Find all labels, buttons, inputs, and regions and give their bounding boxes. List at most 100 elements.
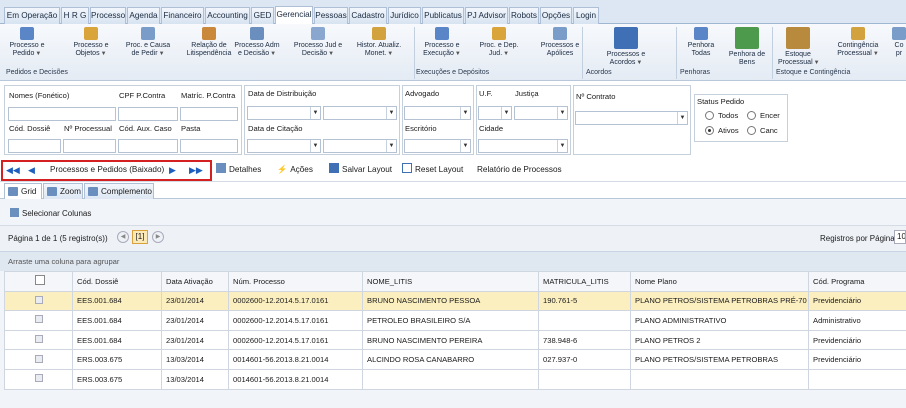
- column-header[interactable]: Núm. Processo: [228, 271, 363, 292]
- button-label: Relação de Litispendência: [186, 42, 232, 57]
- proc-causa-pedir-button[interactable]: Proc. e Causa de Pedir▼: [123, 27, 173, 58]
- tab-gerencial[interactable]: Gerencial: [275, 6, 313, 25]
- tab-ged[interactable]: GED: [251, 7, 274, 24]
- processo-execucao-button[interactable]: Processo e Execução▼: [418, 27, 466, 58]
- escritorio-select[interactable]: ▼: [404, 139, 471, 153]
- relatorio-processos-button[interactable]: Relatório de Processos: [477, 163, 562, 177]
- pasta-input[interactable]: [180, 139, 238, 153]
- column-header[interactable]: Cód. Dossiê: [72, 271, 162, 292]
- last-page-icon[interactable]: ▶▶: [189, 165, 203, 175]
- status-canc-radio[interactable]: [747, 126, 756, 135]
- proc-dep-jud-button[interactable]: Proc. e Dep. Jud.▼: [475, 27, 523, 58]
- table-row[interactable]: EES.001.684 23/01/2014 0002600-12.2014.5…: [4, 329, 906, 351]
- row-select[interactable]: [4, 368, 73, 390]
- distrib-from-select[interactable]: ▼: [247, 106, 321, 120]
- tab-pj-advisor[interactable]: PJ Advisor: [465, 7, 508, 24]
- salvar-layout-button[interactable]: Salvar Layout: [329, 163, 392, 177]
- nomes-input[interactable]: [8, 107, 116, 121]
- tab-publicatus[interactable]: Publicatus: [422, 7, 464, 24]
- citacao-to-select[interactable]: ▼: [323, 139, 397, 153]
- tab-robots[interactable]: Robots: [509, 7, 539, 24]
- status-ativos-radio[interactable]: [705, 126, 714, 135]
- row-checkbox[interactable]: [35, 354, 43, 363]
- contrato-select[interactable]: ▼: [575, 111, 688, 125]
- estoque-processual-button[interactable]: Estoque Processual▼: [778, 27, 820, 67]
- tab-zoom[interactable]: Zoom: [43, 183, 83, 199]
- table-row[interactable]: ERS.003.675 13/03/2014 0014601-56.2013.8…: [4, 368, 906, 390]
- processo-e-objetos-button[interactable]: Processo e Objetos▼: [70, 27, 112, 58]
- row-checkbox[interactable]: [35, 295, 43, 304]
- status-todos-label: Todos: [718, 111, 739, 120]
- acoes-button[interactable]: ⚡ Ações: [277, 163, 313, 177]
- relacao-litispendencia-button[interactable]: Relação de Litispendência: [184, 27, 234, 58]
- group-label-execucoes: Execuções e Depósitos: [416, 69, 490, 76]
- tab-em-operacao[interactable]: Em Operação: [4, 7, 60, 24]
- row-checkbox[interactable]: [35, 374, 43, 383]
- select-columns-button[interactable]: Selecionar Colunas: [10, 208, 91, 218]
- prev-page-icon[interactable]: ◀: [117, 231, 129, 243]
- processo-adm-decisao-button[interactable]: Processo Adm e Decisão▼: [231, 27, 283, 58]
- contingencia-processual-button[interactable]: Contingência Processual▼: [832, 27, 884, 58]
- tab-agenda[interactable]: Agenda: [127, 7, 160, 24]
- penhora-bens-button[interactable]: Penhora de Bens: [724, 27, 770, 67]
- row-select[interactable]: [4, 349, 73, 370]
- justica-label: Justiça: [515, 89, 539, 98]
- tab-hrg[interactable]: H R G: [61, 7, 89, 24]
- detalhes-button[interactable]: Detalhes: [216, 163, 261, 177]
- tab-accounting[interactable]: Accounting: [205, 7, 250, 24]
- table-cell: [362, 368, 539, 390]
- processos-acordos-button[interactable]: Processos e Acordos▼: [598, 27, 654, 67]
- row-select[interactable]: [4, 310, 73, 331]
- tab-financeiro[interactable]: Financeiro: [161, 7, 204, 24]
- reset-layout-button[interactable]: Reset Layout: [402, 163, 463, 177]
- histor-atualiz-monet-button[interactable]: Histor. Atualiz. Monet.▼: [352, 27, 406, 58]
- tab-processo[interactable]: Processo: [90, 7, 126, 24]
- table-row[interactable]: ERS.003.675 13/03/2014 0014601-56.2013.8…: [4, 349, 906, 370]
- row-select[interactable]: [4, 290, 73, 312]
- per-page-input[interactable]: 10: [894, 230, 906, 244]
- uf-select[interactable]: ▼: [478, 106, 512, 120]
- distrib-to-select[interactable]: ▼: [323, 106, 397, 120]
- cpf-input[interactable]: [118, 107, 178, 121]
- tab-grid[interactable]: Grid: [4, 183, 42, 199]
- current-page[interactable]: [1]: [132, 230, 148, 244]
- column-header[interactable]: Data Ativação: [161, 271, 229, 292]
- row-checkbox[interactable]: [35, 315, 43, 324]
- tab-login[interactable]: Login: [573, 7, 599, 24]
- status-encer-radio[interactable]: [747, 111, 756, 120]
- prev-icon[interactable]: ◀: [28, 165, 35, 175]
- processos-apolices-button[interactable]: Processos e Apólices: [536, 27, 584, 58]
- table-row[interactable]: EES.001.684 23/01/2014 0002600-12.2014.5…: [4, 310, 906, 331]
- column-header[interactable]: Nome Plano: [630, 271, 809, 292]
- select-all-header[interactable]: [4, 271, 73, 292]
- tab-opcoes[interactable]: Opções: [540, 7, 572, 24]
- row-checkbox[interactable]: [35, 335, 43, 344]
- dossie-input[interactable]: [8, 139, 61, 153]
- citacao-from-select[interactable]: ▼: [247, 139, 321, 153]
- advogado-select[interactable]: ▼: [404, 106, 471, 120]
- status-todos-radio[interactable]: [705, 111, 714, 120]
- table-row[interactable]: EES.001.684 23/01/2014 0002600-12.2014.5…: [4, 290, 906, 312]
- processo-jud-decisao-button[interactable]: Processo Jud e Decisão▼: [290, 27, 346, 58]
- column-header[interactable]: MATRICULA_LITIS: [538, 271, 631, 292]
- next-icon[interactable]: ▶: [169, 165, 176, 175]
- tab-juridico[interactable]: Jurídico: [388, 7, 421, 24]
- select-all-checkbox[interactable]: [35, 275, 45, 286]
- next-page-icon[interactable]: ▶: [152, 231, 164, 243]
- processo-e-pedido-button[interactable]: Processo e Pedido▼: [6, 27, 48, 58]
- aux-input[interactable]: [118, 139, 178, 153]
- cidade-select[interactable]: ▼: [478, 139, 568, 153]
- justica-select[interactable]: ▼: [514, 106, 568, 120]
- nproc-input[interactable]: [63, 139, 116, 153]
- column-header[interactable]: NOME_LITIS: [362, 271, 539, 292]
- row-select[interactable]: [4, 329, 73, 351]
- grid-icon: [8, 187, 18, 196]
- column-header[interactable]: Cód. Programa: [808, 271, 906, 292]
- matric-input[interactable]: [180, 107, 238, 121]
- penhora-todas-button[interactable]: Penhora Todas: [682, 27, 720, 58]
- first-page-icon[interactable]: ◀◀: [6, 165, 20, 175]
- co-pr-button[interactable]: Co pr: [892, 27, 906, 58]
- tab-pessoas[interactable]: Pessoas: [314, 7, 348, 24]
- tab-complemento[interactable]: Complemento: [84, 183, 154, 199]
- tab-cadastro[interactable]: Cadastro: [349, 7, 387, 24]
